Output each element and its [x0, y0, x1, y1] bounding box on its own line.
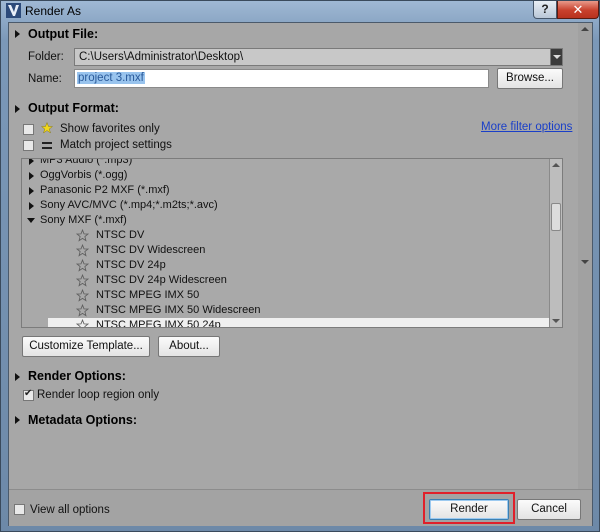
name-value: project 3.mxf [77, 72, 145, 84]
output-format-header[interactable]: Output Format: [28, 101, 119, 115]
view-all-options-label: View all options [30, 504, 110, 516]
match-settings-icon [42, 142, 52, 149]
output-file-expand-icon[interactable] [15, 30, 20, 38]
render-as-dialog: Render As ? ✕ Output File: Folder: C:\Us… [0, 0, 600, 532]
cancel-button[interactable]: Cancel [517, 499, 581, 520]
list-item[interactable]: Sony AVC/MVC (*.mp4;*.m2ts;*.avc) [22, 198, 550, 213]
star-outline-icon[interactable] [76, 319, 89, 328]
panel-scrollbar[interactable] [578, 23, 592, 489]
dialog-footer: View all options Render Cancel [9, 489, 592, 526]
view-all-options-checkbox[interactable] [14, 504, 25, 515]
output-format-expand-icon[interactable] [15, 105, 20, 113]
expand-icon[interactable] [29, 172, 34, 180]
options-panel: Output File: Folder: C:\Users\Administra… [9, 23, 592, 489]
favorite-star-icon [41, 122, 53, 134]
list-item[interactable]: NTSC DV 24p [22, 258, 550, 273]
about-button[interactable]: About... [158, 336, 220, 357]
star-outline-icon[interactable] [76, 289, 89, 302]
folder-combo[interactable]: C:\Users\Administrator\Desktop\ [74, 48, 563, 66]
render-loop-checkbox[interactable] [23, 388, 34, 401]
dialog-client: Output File: Folder: C:\Users\Administra… [8, 22, 593, 526]
customize-template-button[interactable]: Customize Template... [22, 336, 150, 357]
render-button[interactable]: Render [429, 499, 509, 520]
scroll-up-icon[interactable] [581, 27, 589, 31]
star-outline-icon[interactable] [76, 244, 89, 257]
help-button[interactable]: ? [533, 1, 557, 19]
list-item[interactable]: NTSC MPEG IMX 50 [22, 288, 550, 303]
folder-value: C:\Users\Administrator\Desktop\ [79, 51, 244, 63]
format-list-scrollbar[interactable] [549, 159, 562, 327]
render-options-expand-icon[interactable] [15, 373, 20, 381]
list-item[interactable]: Panasonic P2 MXF (*.mxf) [22, 183, 550, 198]
name-input[interactable]: project 3.mxf [74, 69, 489, 88]
vegas-app-icon [6, 3, 21, 18]
list-item[interactable]: NTSC MPEG IMX 50 Widescreen [22, 303, 550, 318]
close-button[interactable]: ✕ [557, 1, 599, 19]
scroll-down-icon[interactable] [552, 319, 560, 323]
metadata-options-expand-icon[interactable] [15, 416, 20, 424]
show-favorites-label: Show favorites only [60, 123, 160, 135]
browse-button[interactable]: Browse... [497, 68, 563, 89]
list-item[interactable]: NTSC DV 24p Widescreen [22, 273, 550, 288]
scroll-up-icon[interactable] [552, 163, 560, 167]
folder-label: Folder: [28, 51, 64, 63]
chevron-down-icon[interactable] [550, 49, 562, 65]
expand-icon[interactable] [29, 187, 34, 195]
format-list[interactable]: MP3 Audio (*.mp3) OggVorbis (*.ogg) Pana… [21, 158, 563, 328]
match-project-checkbox[interactable] [23, 140, 34, 151]
list-item[interactable]: Sony MXF (*.mxf) [22, 213, 550, 228]
star-outline-icon[interactable] [76, 304, 89, 317]
match-project-label: Match project settings [60, 139, 172, 151]
name-label: Name: [28, 73, 62, 85]
collapse-icon[interactable] [27, 218, 35, 223]
expand-icon[interactable] [29, 159, 34, 165]
star-outline-icon[interactable] [76, 259, 89, 272]
star-outline-icon[interactable] [76, 229, 89, 242]
star-outline-icon[interactable] [76, 274, 89, 287]
output-file-header[interactable]: Output File: [28, 27, 98, 41]
scroll-thumb[interactable] [551, 203, 561, 231]
list-item[interactable]: NTSC DV Widescreen [22, 243, 550, 258]
window-title: Render As [25, 4, 82, 18]
list-item[interactable]: MP3 Audio (*.mp3) [22, 159, 550, 168]
show-favorites-checkbox[interactable] [23, 124, 34, 135]
scroll-down-icon[interactable] [581, 260, 589, 264]
render-options-header[interactable]: Render Options: [28, 369, 126, 383]
list-item-selected[interactable]: NTSC MPEG IMX 50 24p [48, 318, 550, 328]
title-bar: Render As ? ✕ [1, 1, 599, 21]
render-loop-label: Render loop region only [37, 389, 160, 401]
list-item[interactable]: NTSC DV [22, 228, 550, 243]
more-filter-options-link[interactable]: More filter options [481, 121, 572, 133]
list-item[interactable]: OggVorbis (*.ogg) [22, 168, 550, 183]
metadata-options-header[interactable]: Metadata Options: [28, 413, 137, 427]
expand-icon[interactable] [29, 202, 34, 210]
